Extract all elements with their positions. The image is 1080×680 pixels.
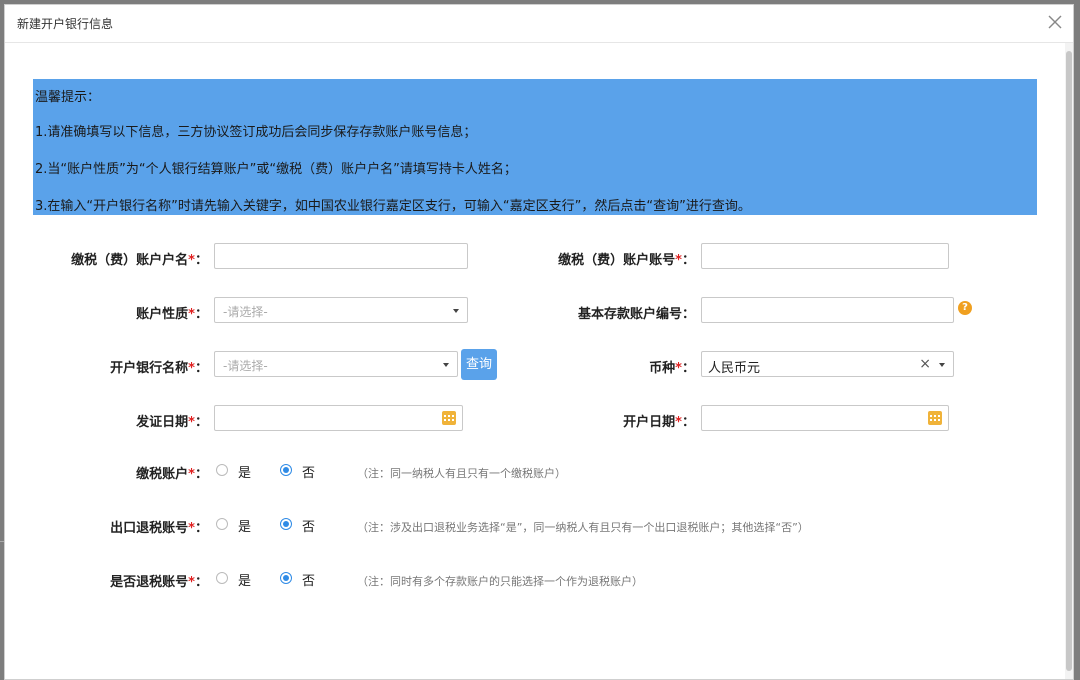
basic-deposit-no-label: 基本存款账户编号： <box>578 303 695 322</box>
account-nature-label: 账户性质*： <box>136 303 208 322</box>
currency-select[interactable]: 人民币元 × <box>701 351 954 377</box>
label-colon: ： <box>194 307 208 322</box>
label-text: 发证日期 <box>136 415 189 430</box>
tax-account-no-label: 缴税（费）账户账号*： <box>558 249 695 268</box>
tax-payment-account-note: （注：同一纳税人有且只有一个缴税账户） <box>357 467 566 480</box>
issue-date-input[interactable] <box>214 405 463 431</box>
label-text: 缴税（费）账户户名 <box>71 253 189 268</box>
required-mark: * <box>188 521 195 536</box>
required-mark: * <box>675 253 682 268</box>
label-text: 出口退税账号 <box>110 521 189 536</box>
required-mark: * <box>188 467 195 482</box>
label-colon: ： <box>194 361 208 376</box>
tax-account-name-input[interactable] <box>214 243 468 269</box>
export-refund-account-radios: 是 否 <box>216 516 336 536</box>
label-colon: ： <box>194 575 208 590</box>
label-text: 基本存款账户编号 <box>577 307 682 322</box>
radio-yes[interactable] <box>216 572 228 584</box>
tax-account-no-input[interactable] <box>701 243 949 269</box>
currency-value: 人民币元 <box>708 361 761 376</box>
tax-payment-account-label: 缴税账户*： <box>136 463 208 482</box>
export-refund-account-label: 出口退税账号*： <box>110 517 208 536</box>
radio-no-label[interactable]: 否 <box>302 462 315 481</box>
is-refund-account-label: 是否退税账号*： <box>110 571 208 590</box>
label-colon: ： <box>194 253 208 268</box>
bank-name-label: 开户银行名称*： <box>110 357 208 376</box>
notice-heading: 温馨提示： <box>35 90 101 105</box>
radio-no[interactable] <box>280 572 292 584</box>
label-text: 开户银行名称 <box>110 361 189 376</box>
radio-yes-label[interactable]: 是 <box>238 570 251 589</box>
radio-no[interactable] <box>280 518 292 530</box>
required-mark: * <box>188 575 195 590</box>
radio-no-label[interactable]: 否 <box>302 570 315 589</box>
tax-payment-account-radios: 是 否 <box>216 462 336 482</box>
is-refund-account-note: （注：同时有多个存款账户的只能选择一个作为退税账户） <box>357 575 643 588</box>
radio-yes-label[interactable]: 是 <box>238 516 251 535</box>
help-icon[interactable]: ? <box>958 301 972 315</box>
required-mark: * <box>188 415 195 430</box>
label-text: 是否退税账号 <box>110 575 189 590</box>
label-text: 账户性质 <box>136 307 189 322</box>
currency-label: 币种*： <box>649 357 695 376</box>
required-mark: * <box>675 415 682 430</box>
notice-box: 温馨提示： 1.请准确填写以下信息，三方协议签订成功后会同步保存存款账户账号信息… <box>33 79 1037 215</box>
label-text: 缴税（费）账户账号 <box>558 253 676 268</box>
dialog-title: 新建开户银行信息 <box>17 17 114 31</box>
label-colon: ： <box>194 521 208 536</box>
basic-deposit-no-input[interactable] <box>701 297 954 323</box>
bank-name-select[interactable]: -请选择- <box>214 351 458 377</box>
calendar-icon[interactable] <box>928 411 942 425</box>
dialog-titlebar: 新建开户银行信息 <box>5 5 1073 43</box>
required-mark: * <box>675 361 682 376</box>
label-text: 币种 <box>649 361 676 376</box>
label-colon: ： <box>194 467 208 482</box>
radio-no[interactable] <box>280 464 292 476</box>
label-colon: ： <box>681 307 695 322</box>
label-colon: ： <box>194 415 208 430</box>
issue-date-label: 发证日期*： <box>136 411 208 430</box>
label-colon: ： <box>681 415 695 430</box>
new-bank-info-dialog: 新建开户银行信息 温馨提示： 1.请准确填写以下信息，三方协议签订成功后会同步保… <box>4 4 1074 680</box>
export-refund-account-note: （注：涉及出口退税业务选择“是”，同一纳税人有且只有一个出口退税账户；其他选择“… <box>357 521 809 534</box>
calendar-icon[interactable] <box>442 411 456 425</box>
query-button[interactable]: 查询 <box>461 349 497 380</box>
scrollbar-thumb[interactable] <box>1066 51 1072 671</box>
radio-no-label[interactable]: 否 <box>302 516 315 535</box>
notice-line-3: 3.在输入“开户银行名称”时请先输入关键字，如中国农业银行嘉定区支行，可输入“嘉… <box>35 199 751 214</box>
clear-icon[interactable]: × <box>919 356 931 372</box>
label-text: 缴税账户 <box>136 467 189 482</box>
chevron-down-icon <box>443 363 449 367</box>
notice-line-2: 2.当“账户性质”为“个人银行结算账户”或“缴税（费）账户户名”请填写持卡人姓名… <box>35 162 517 177</box>
notice-line-1: 1.请准确填写以下信息，三方协议签订成功后会同步保存存款账户账号信息； <box>35 125 477 140</box>
radio-yes[interactable] <box>216 518 228 530</box>
select-placeholder: -请选择- <box>223 359 268 373</box>
radio-yes[interactable] <box>216 464 228 476</box>
label-colon: ： <box>681 253 695 268</box>
required-mark: * <box>188 307 195 322</box>
chevron-down-icon <box>453 309 459 313</box>
open-date-label: 开户日期*： <box>623 411 695 430</box>
required-mark: * <box>188 253 195 268</box>
tax-account-name-label: 缴税（费）账户户名*： <box>71 249 208 268</box>
select-placeholder: -请选择- <box>223 305 268 319</box>
is-refund-account-radios: 是 否 <box>216 570 336 590</box>
open-date-input[interactable] <box>701 405 949 431</box>
account-nature-select[interactable]: -请选择- <box>214 297 468 323</box>
required-mark: * <box>188 361 195 376</box>
radio-yes-label[interactable]: 是 <box>238 462 251 481</box>
label-colon: ： <box>681 361 695 376</box>
dialog-scrollbar[interactable] <box>1065 43 1073 679</box>
close-icon[interactable] <box>1045 12 1065 32</box>
chevron-down-icon <box>939 363 945 367</box>
label-text: 开户日期 <box>623 415 676 430</box>
